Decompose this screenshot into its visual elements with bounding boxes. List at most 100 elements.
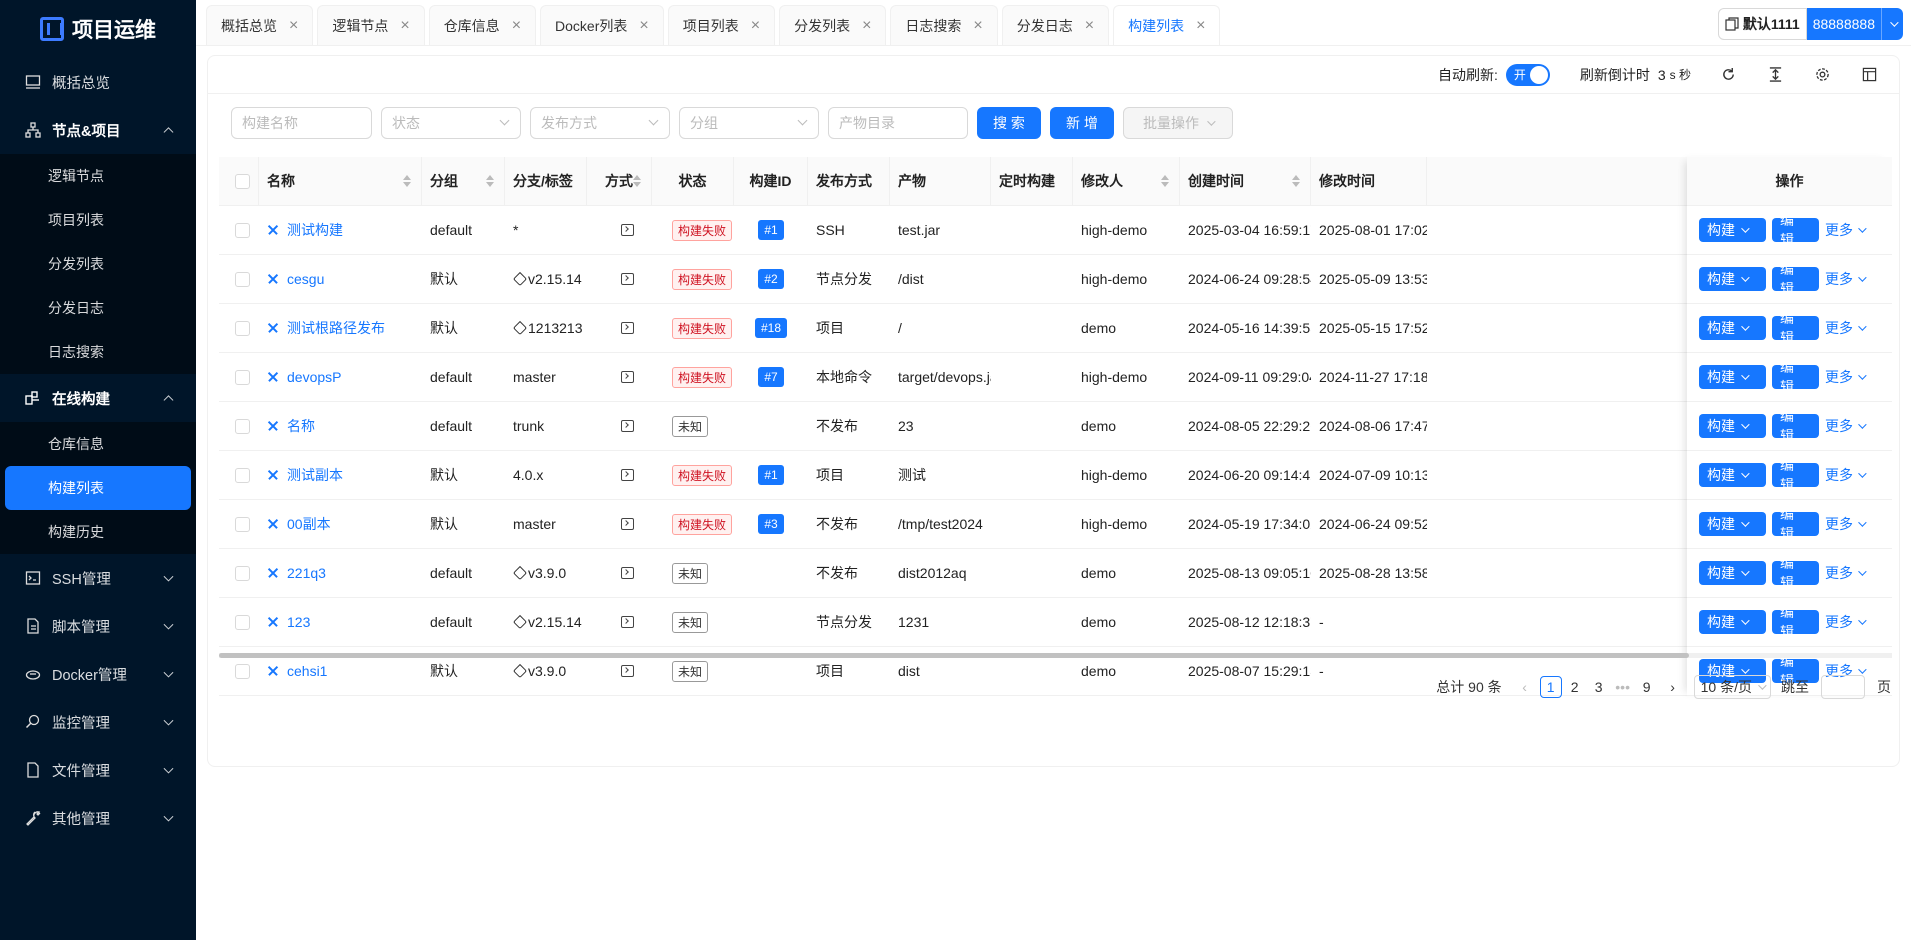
next-page-icon[interactable]: › bbox=[1662, 676, 1684, 698]
workspace-id[interactable]: 88888888 bbox=[1806, 8, 1881, 40]
table-row[interactable]: 123 default v2.15.14 未知 节点分发 1231 demo 2025-08-… bbox=[219, 598, 1892, 647]
sort-icon[interactable] bbox=[1161, 175, 1169, 187]
sidebar-item-1[interactable]: 节点&项目 bbox=[0, 106, 196, 154]
sidebar-subitem[interactable]: 分发列表 bbox=[0, 242, 196, 286]
close-icon[interactable]: × bbox=[751, 17, 760, 34]
close-icon[interactable]: × bbox=[1085, 17, 1094, 34]
sidebar-subitem[interactable]: 仓库信息 bbox=[0, 422, 196, 466]
build-button[interactable]: 构建 bbox=[1699, 561, 1766, 585]
header-status[interactable]: 状态 bbox=[652, 157, 734, 205]
sort-icon[interactable] bbox=[633, 175, 641, 187]
build-button[interactable]: 构建 bbox=[1699, 463, 1766, 487]
build-button[interactable]: 构建 bbox=[1699, 414, 1766, 438]
jump-input[interactable] bbox=[1821, 675, 1865, 699]
more-dropdown[interactable]: 更多 bbox=[1825, 416, 1867, 436]
table-row[interactable]: 测试根路径发布 默认 1213213 构建失败 #18 项目 / demo 2024-05-16… bbox=[219, 304, 1892, 353]
edit-button[interactable]: 编 辑 bbox=[1772, 261, 1819, 297]
build-id-badge[interactable]: #3 bbox=[758, 514, 784, 534]
sort-icon[interactable] bbox=[1292, 175, 1300, 187]
edit-button[interactable]: 编 辑 bbox=[1772, 555, 1819, 591]
build-name-input[interactable]: 构建名称 bbox=[231, 107, 372, 139]
tab-0[interactable]: 概括总览 × bbox=[206, 5, 314, 45]
artifact-dir-input[interactable]: 产物目录 bbox=[828, 107, 968, 139]
sort-icon[interactable] bbox=[403, 175, 411, 187]
build-name-link[interactable]: 测试副本 bbox=[267, 465, 343, 485]
table-row[interactable]: cesgu 默认 v2.15.14 构建失败 #2 节点分发/dist high-demo 2… bbox=[219, 255, 1892, 304]
row-checkbox[interactable] bbox=[235, 614, 250, 630]
batch-operation-button[interactable]: 批量操作 bbox=[1123, 107, 1233, 139]
header-release[interactable]: 发布方式 bbox=[808, 157, 890, 205]
cell-name[interactable]: devopsP bbox=[259, 353, 422, 401]
sort-icon[interactable] bbox=[486, 175, 494, 187]
table-row[interactable]: 221q3 default v3.9.0 未知 不发布 dist2012aq demo 202… bbox=[219, 549, 1892, 598]
close-icon[interactable]: × bbox=[400, 17, 409, 34]
cell-name[interactable]: 00副本 bbox=[259, 500, 422, 548]
more-dropdown[interactable]: 更多 bbox=[1825, 269, 1867, 289]
header-schedule[interactable]: 定时构建 bbox=[991, 157, 1073, 205]
auto-refresh-switch[interactable]: 开 bbox=[1505, 63, 1550, 86]
more-dropdown[interactable]: 更多 bbox=[1825, 514, 1867, 534]
edit-button[interactable]: 编 辑 bbox=[1772, 212, 1819, 248]
add-button[interactable]: 新 增 bbox=[1050, 107, 1114, 139]
build-name-link[interactable]: 名称 bbox=[267, 416, 315, 436]
cell-name[interactable]: cesgu bbox=[259, 255, 422, 303]
header-created[interactable]: 创建时间 bbox=[1180, 157, 1311, 205]
table-row[interactable]: devopsP default master 构建失败 #7 本地命令 target/dev… bbox=[219, 353, 1892, 402]
select-all-checkbox[interactable] bbox=[235, 173, 250, 189]
edit-button[interactable]: 编 辑 bbox=[1772, 506, 1819, 542]
cell-name[interactable]: 名称 bbox=[259, 402, 422, 450]
page-3[interactable]: 3 bbox=[1588, 676, 1610, 698]
sidebar-item-7[interactable]: 文件管理 bbox=[0, 746, 196, 794]
page-9[interactable]: 9 bbox=[1636, 676, 1658, 698]
workspace-switcher[interactable]: 默认1111 88888888 bbox=[1717, 8, 1903, 40]
build-name-link[interactable]: 123 bbox=[267, 614, 310, 630]
sidebar-item-5[interactable]: Docker管理 bbox=[0, 650, 196, 698]
sidebar-subitem[interactable]: 逻辑节点 bbox=[0, 154, 196, 198]
sidebar-subitem[interactable]: 构建列表 bbox=[5, 466, 191, 510]
build-button[interactable]: 构建 bbox=[1699, 512, 1766, 536]
row-checkbox[interactable] bbox=[235, 271, 250, 287]
table-row[interactable]: 测试构建 default * 构建失败 #1 SSH test.jar high-demo 20… bbox=[219, 206, 1892, 255]
header-artifact[interactable]: 产物 bbox=[890, 157, 991, 205]
more-dropdown[interactable]: 更多 bbox=[1825, 465, 1867, 485]
prev-page-icon[interactable]: ‹ bbox=[1514, 676, 1536, 698]
tab-1[interactable]: 逻辑节点 × bbox=[317, 5, 425, 45]
tab-3[interactable]: Docker列表 × bbox=[540, 5, 664, 45]
horizontal-scrollbar[interactable] bbox=[219, 653, 1892, 658]
build-id-badge[interactable]: #1 bbox=[758, 465, 784, 485]
sidebar-item-6[interactable]: 监控管理 bbox=[0, 698, 196, 746]
more-dropdown[interactable]: 更多 bbox=[1825, 220, 1867, 240]
sidebar-item-8[interactable]: 其他管理 bbox=[0, 794, 196, 842]
reload-icon[interactable] bbox=[1705, 67, 1752, 82]
header-modifier[interactable]: 修改人 bbox=[1073, 157, 1180, 205]
cell-name[interactable]: 221q3 bbox=[259, 549, 422, 597]
scrollbar-thumb[interactable] bbox=[219, 653, 1689, 658]
build-id-badge[interactable]: #7 bbox=[758, 367, 784, 387]
header-modified[interactable]: 修改时间 bbox=[1311, 157, 1427, 205]
edit-button[interactable]: 编 辑 bbox=[1772, 359, 1819, 395]
row-checkbox[interactable] bbox=[235, 369, 250, 385]
table-row[interactable]: 00副本 默认 master 构建失败 #3 不发布/tmp/test2024 high-d… bbox=[219, 500, 1892, 549]
sidebar-subitem[interactable]: 日志搜索 bbox=[0, 330, 196, 374]
build-name-link[interactable]: cehsi1 bbox=[267, 663, 327, 679]
release-method-select[interactable]: 发布方式 bbox=[530, 107, 670, 139]
app-logo[interactable]: 项目运维 bbox=[0, 0, 196, 58]
close-icon[interactable]: × bbox=[512, 17, 521, 34]
build-button[interactable]: 构建 bbox=[1699, 218, 1766, 242]
layout-icon[interactable] bbox=[1846, 67, 1893, 82]
build-button[interactable]: 构建 bbox=[1699, 365, 1766, 389]
tab-8[interactable]: 构建列表 × bbox=[1113, 5, 1221, 45]
header-method[interactable]: 方式 bbox=[587, 157, 652, 205]
sidebar-item-2[interactable]: 在线构建 bbox=[0, 374, 196, 422]
sidebar-item-0[interactable]: 概括总览 bbox=[0, 58, 196, 106]
header-build_id[interactable]: 构建ID bbox=[734, 157, 808, 205]
sidebar-subitem[interactable]: 项目列表 bbox=[0, 198, 196, 242]
tab-6[interactable]: 日志搜索 × bbox=[890, 5, 998, 45]
row-checkbox[interactable] bbox=[235, 565, 250, 581]
close-icon[interactable]: × bbox=[973, 17, 982, 34]
build-button[interactable]: 构建 bbox=[1699, 610, 1766, 634]
build-button[interactable]: 构建 bbox=[1699, 267, 1766, 291]
sidebar-item-4[interactable]: 脚本管理 bbox=[0, 602, 196, 650]
row-checkbox[interactable] bbox=[235, 222, 250, 238]
edit-button[interactable]: 编 辑 bbox=[1772, 310, 1819, 346]
